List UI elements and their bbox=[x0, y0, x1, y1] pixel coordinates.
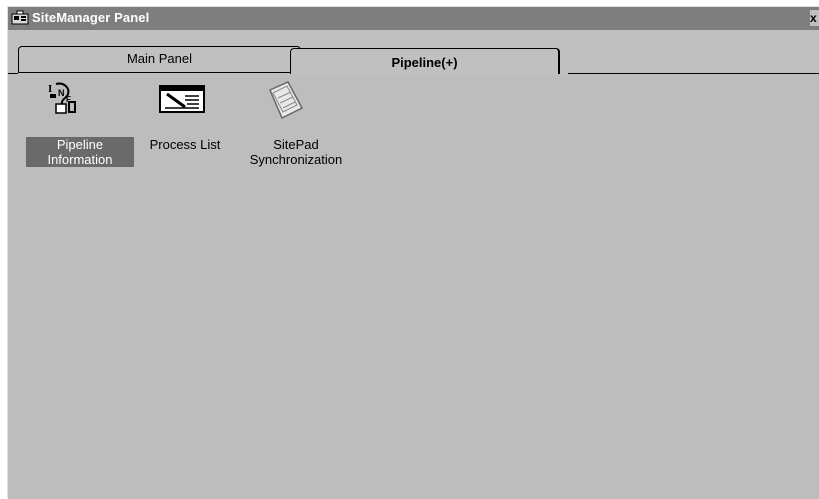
sitemanager-window: SiteManager Panel x Main Panel Pipeline(… bbox=[7, 6, 819, 499]
app-icon bbox=[11, 10, 29, 25]
svg-text:I: I bbox=[48, 83, 52, 95]
tab-strip: Main Panel Pipeline(+) bbox=[8, 30, 819, 74]
sitepad-synchronization-label: SitePad Synchronization bbox=[249, 137, 343, 167]
info-pipeline-icon: I N F bbox=[48, 82, 76, 114]
process-list-icon bbox=[159, 85, 205, 113]
tab-pipeline[interactable]: Pipeline(+) bbox=[290, 48, 560, 74]
tab-main-panel[interactable]: Main Panel bbox=[18, 46, 301, 73]
svg-text:N: N bbox=[58, 88, 65, 98]
process-list-label: Process List bbox=[149, 137, 221, 152]
close-icon[interactable]: x bbox=[810, 10, 819, 26]
title-bar[interactable]: SiteManager Panel x bbox=[8, 7, 819, 30]
pipeline-information-label: Pipeline Information bbox=[26, 137, 134, 167]
sitepad-sync-icon bbox=[269, 81, 304, 120]
window-title: SiteManager Panel bbox=[32, 10, 150, 25]
tab-content-pipeline: I N F Pipeline Information Process List … bbox=[8, 74, 819, 499]
